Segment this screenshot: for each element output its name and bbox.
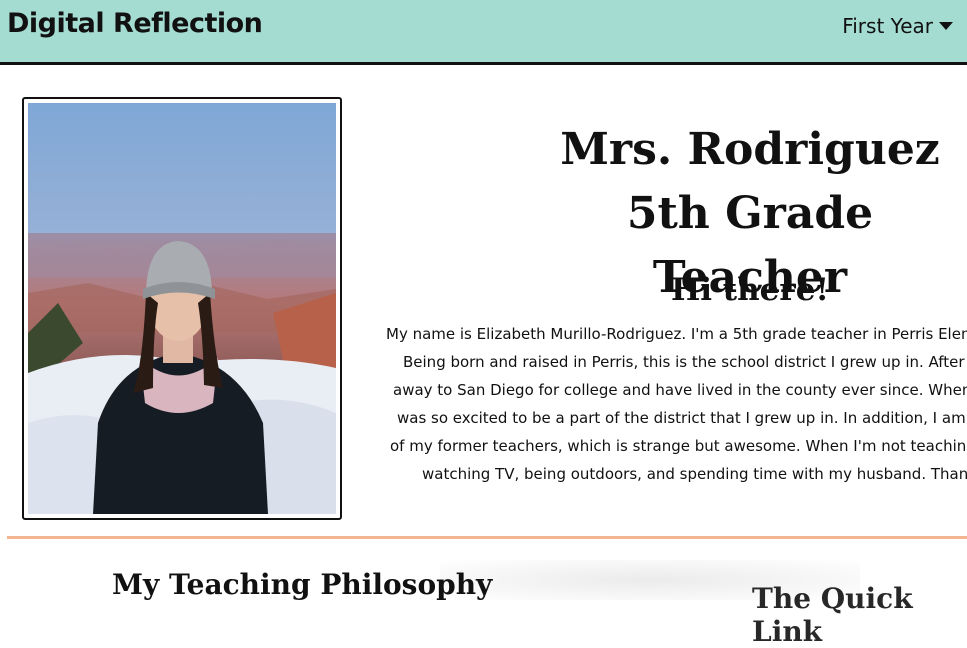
bio-line: away to San Diego for college and have l… — [393, 381, 967, 399]
profile-photo — [28, 103, 336, 514]
quick-link-heading: The Quick Link — [752, 582, 913, 648]
year-dropdown[interactable]: First Year — [842, 14, 953, 38]
bio-line: My name is Elizabeth Murillo-Rodriguez. … — [386, 325, 967, 343]
philosophy-heading: My Teaching Philosophy — [112, 568, 493, 601]
top-navbar: Digital Reflection First Year — [0, 0, 967, 65]
site-brand[interactable]: Digital Reflection — [7, 8, 263, 39]
bio-line: watching TV, being outdoors, and spendin… — [422, 465, 967, 483]
bio-line: was so excited to be a part of the distr… — [397, 409, 967, 427]
year-dropdown-label: First Year — [842, 14, 933, 38]
greeting-heading: Hi there! — [670, 272, 830, 308]
caret-down-icon — [939, 22, 953, 30]
bio-line: of my former teachers, which is strange … — [390, 437, 967, 455]
profile-photo-frame — [22, 97, 342, 520]
bio-paragraph: My name is Elizabeth Murillo-Rodriguez. … — [386, 320, 967, 488]
teacher-name: Mrs. Rodriguez — [560, 124, 940, 175]
bio-line: Being born and raised in Perris, this is… — [403, 353, 967, 371]
section-divider — [7, 536, 967, 539]
